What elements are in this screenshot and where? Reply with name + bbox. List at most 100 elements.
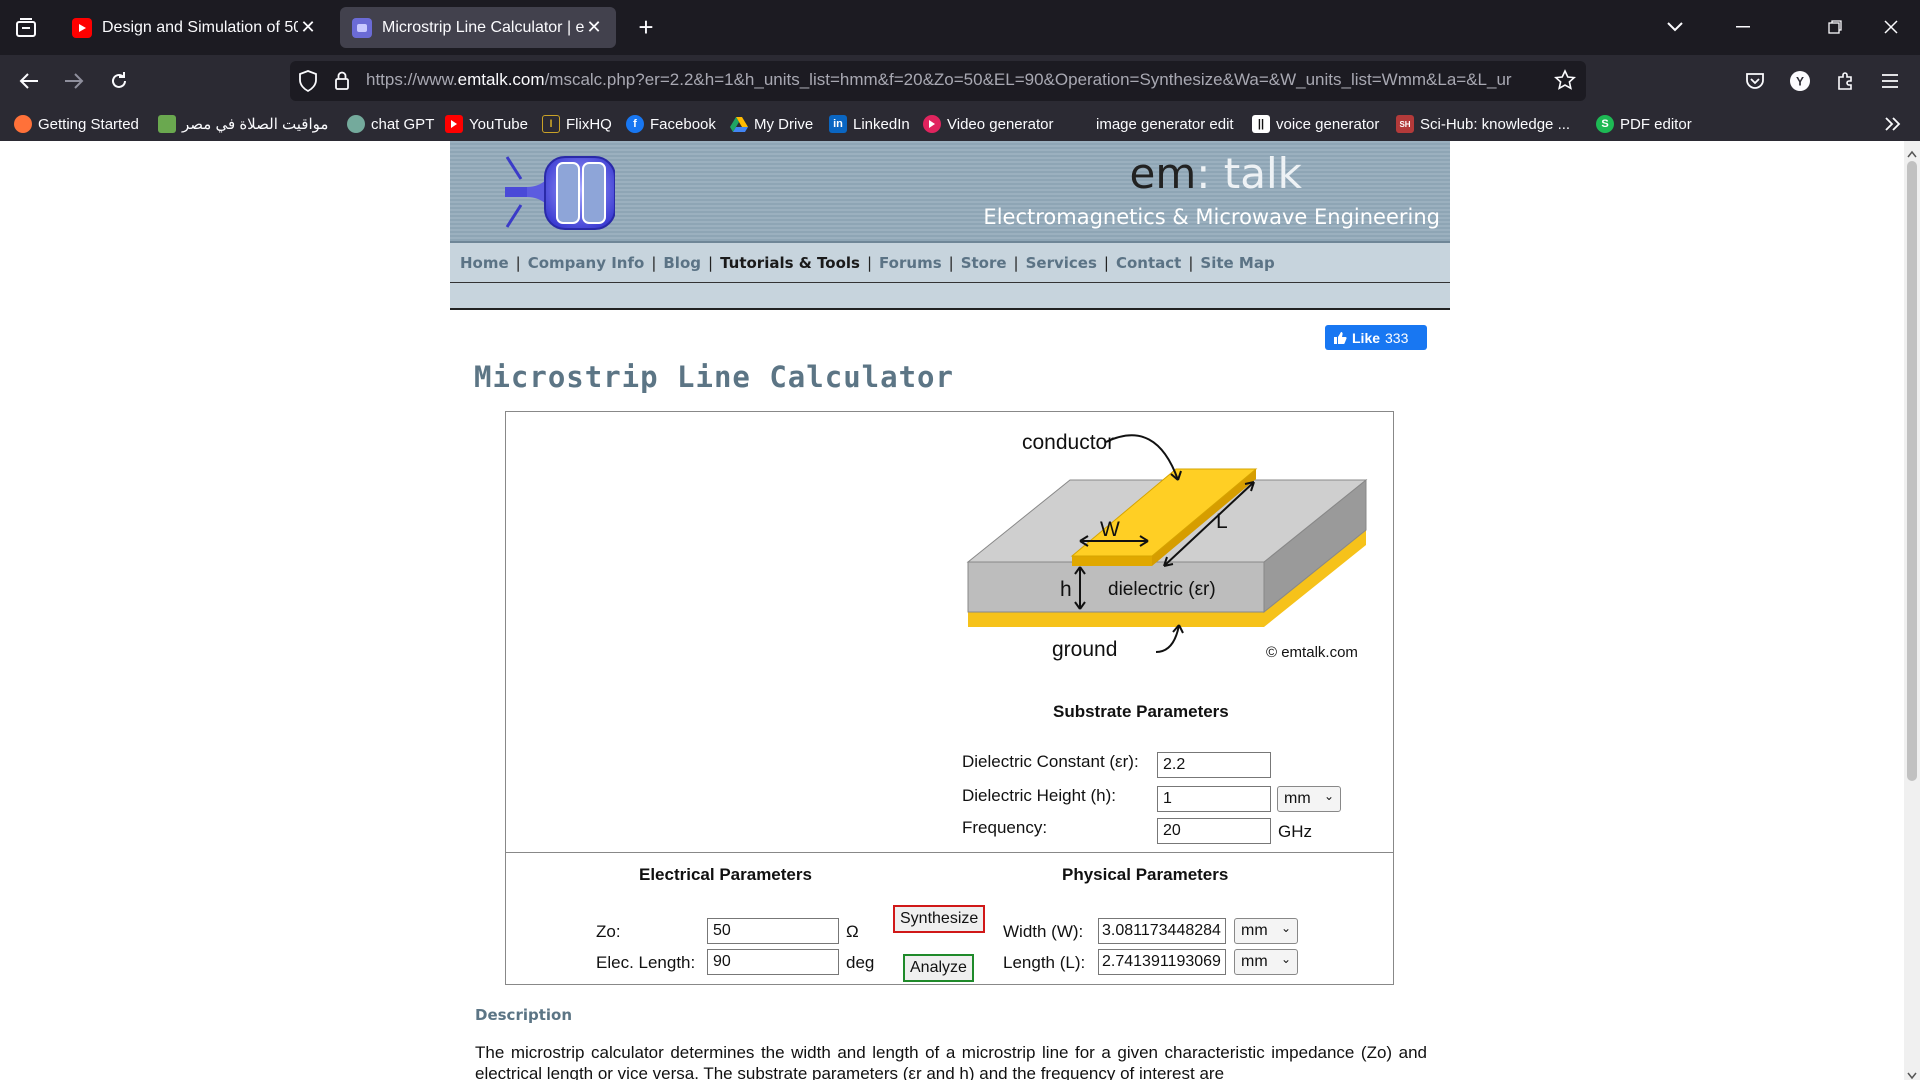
bookmark-label: My Drive (754, 115, 814, 133)
length-unit-select[interactable]: mm ⌄ (1234, 949, 1298, 975)
bookmark-label: Video generator (947, 115, 1054, 133)
bookmark-pdf-editor[interactable]: S PDF editor (1596, 113, 1692, 135)
site-banner: em: talk Electromagnetics & Microwave En… (450, 141, 1450, 241)
tab-overview-icon[interactable] (10, 12, 42, 44)
diagram-label-dielectric: dielectric (εr) (1108, 579, 1216, 600)
bookmark-flixhq[interactable]: I FlixHQ (542, 113, 612, 135)
menu-forums[interactable]: Forums (879, 254, 942, 272)
more-bookmarks-chevron-icon[interactable] (1884, 113, 1902, 135)
menu-separator: | (866, 253, 873, 272)
page-scrollbar[interactable] (1904, 141, 1920, 1080)
lock-icon[interactable] (334, 70, 350, 95)
menu-tutorials-tools[interactable]: Tutorials & Tools (720, 254, 860, 272)
youtube-icon (72, 17, 92, 38)
width-unit-value: mm (1241, 922, 1268, 939)
bookmark-getting-started[interactable]: Getting Started (14, 113, 139, 135)
substrate-heading: Substrate Parameters (1053, 702, 1229, 721)
scroll-down-icon[interactable] (1907, 1067, 1917, 1080)
width-output[interactable] (1098, 918, 1226, 944)
menu-company-info[interactable]: Company Info (528, 254, 645, 272)
bookmark-chatgpt[interactable]: chat GPT (347, 113, 434, 135)
bookmarks-toolbar: Getting Started مواقيت الصلاة في مصر cha… (0, 107, 1920, 141)
site-tagline: Electromagnetics & Microwave Engineering (983, 205, 1440, 229)
drive-icon (730, 115, 748, 133)
bookmark-image-generator[interactable]: image generator edit (1072, 113, 1234, 135)
list-all-tabs-icon[interactable] (1655, 12, 1695, 42)
bookmark-scihub[interactable]: SH Sci-Hub: knowledge ... (1396, 113, 1570, 135)
emtalk-favicon-icon (352, 17, 372, 38)
bookmark-label: image generator edit (1096, 115, 1234, 133)
youtube-icon (445, 115, 463, 133)
back-arrow-icon[interactable] (12, 64, 46, 98)
dielectric-height-input[interactable] (1157, 786, 1271, 812)
section-divider (506, 852, 1393, 853)
menu-services[interactable]: Services (1026, 254, 1097, 272)
address-bar[interactable]: https://www.emtalk.com/mscalc.php?er=2.2… (290, 61, 1586, 101)
width-label: Width (W): (1003, 922, 1084, 941)
menu-store[interactable]: Store (961, 254, 1007, 272)
diagram-label-ground: ground (1052, 638, 1117, 661)
elec-length-input[interactable] (707, 949, 839, 975)
pocket-icon[interactable] (1738, 64, 1772, 98)
microstrip-diagram: conductor W L h dielectric (εr) ground ©… (966, 420, 1386, 675)
facebook-like-button[interactable]: Like 333 (1325, 325, 1427, 350)
length-output[interactable] (1098, 949, 1226, 975)
profile-avatar-icon[interactable]: Y (1783, 64, 1817, 98)
new-tab-button[interactable]: + (630, 12, 662, 44)
height-unit-select[interactable]: mm ⌄ (1277, 786, 1341, 812)
thumbs-up-icon (1333, 331, 1347, 345)
bookmark-my-drive[interactable]: My Drive (730, 113, 813, 135)
tab-design-simulation[interactable]: Design and Simulation of 50 Ω ✕ (60, 7, 330, 48)
bookmark-youtube[interactable]: YouTube (445, 113, 528, 135)
bookmark-star-icon[interactable] (1553, 69, 1577, 96)
dielectric-constant-input[interactable] (1157, 752, 1271, 778)
site-menu: Home | Company Info | Blog | Tutorials & To… (450, 241, 1450, 283)
minimize-icon[interactable] (1723, 12, 1763, 42)
menu-home[interactable]: Home (460, 254, 509, 272)
analyze-button[interactable]: Analyze (903, 954, 974, 982)
frequency-input[interactable] (1157, 818, 1271, 844)
menu-contact[interactable]: Contact (1116, 254, 1181, 272)
bookmark-linkedin[interactable]: in LinkedIn (829, 113, 910, 135)
menu-icon[interactable] (1873, 64, 1907, 98)
close-icon[interactable]: ✕ (584, 17, 604, 38)
scroll-thumb[interactable] (1907, 161, 1917, 781)
bookmark-label: YouTube (469, 115, 528, 133)
tab-title: Microstrip Line Calculator | em (382, 18, 584, 36)
menu-separator: | (708, 253, 714, 272)
video-gen-icon (923, 115, 941, 133)
menu-blog[interactable]: Blog (663, 254, 701, 272)
frequency-unit: GHz (1278, 822, 1312, 841)
bookmark-voice-generator[interactable]: || voice generator (1252, 113, 1379, 135)
chevron-down-icon: ⌄ (1280, 952, 1291, 966)
diagram-label-l: L (1216, 510, 1228, 533)
shield-icon[interactable] (298, 70, 318, 97)
bookmark-prayer-times[interactable]: مواقيت الصلاة في مصر (158, 113, 328, 135)
restore-icon[interactable] (1815, 12, 1855, 42)
diagram-label-h: h (1060, 578, 1072, 601)
synthesize-button[interactable]: Synthesize (893, 905, 986, 933)
tab-microstrip-calculator[interactable]: Microstrip Line Calculator | em ✕ (340, 7, 616, 48)
description-text: The microstrip calculator determines the… (475, 1043, 1427, 1080)
facebook-icon: f (626, 115, 644, 133)
openai-icon (347, 115, 365, 133)
forward-arrow-icon[interactable] (57, 64, 91, 98)
extensions-icon[interactable] (1828, 64, 1862, 98)
emtalk-logo-icon[interactable] (505, 149, 616, 240)
diagram-label-w: W (1100, 518, 1120, 541)
window-close-icon[interactable] (1871, 12, 1911, 42)
close-icon[interactable]: ✕ (298, 17, 318, 38)
zo-input[interactable] (707, 918, 839, 944)
navigation-toolbar: https://www.emtalk.com/mscalc.php?er=2.2… (0, 55, 1920, 107)
elec-length-label: Elec. Length: (596, 953, 696, 972)
frequency-label: Frequency: (962, 818, 1048, 837)
url-text[interactable]: https://www.emtalk.com/mscalc.php?er=2.2… (366, 70, 1546, 90)
menu-separator: | (948, 253, 954, 272)
menu-site-map[interactable]: Site Map (1200, 254, 1274, 272)
bookmark-video-generator[interactable]: Video generator (923, 113, 1053, 135)
bookmark-label: مواقيت الصلاة في مصر (182, 116, 329, 133)
bookmark-facebook[interactable]: f Facebook (626, 113, 716, 135)
width-unit-select[interactable]: mm ⌄ (1234, 918, 1298, 944)
reload-icon[interactable] (102, 64, 136, 98)
bookmark-label: PDF editor (1620, 115, 1692, 133)
